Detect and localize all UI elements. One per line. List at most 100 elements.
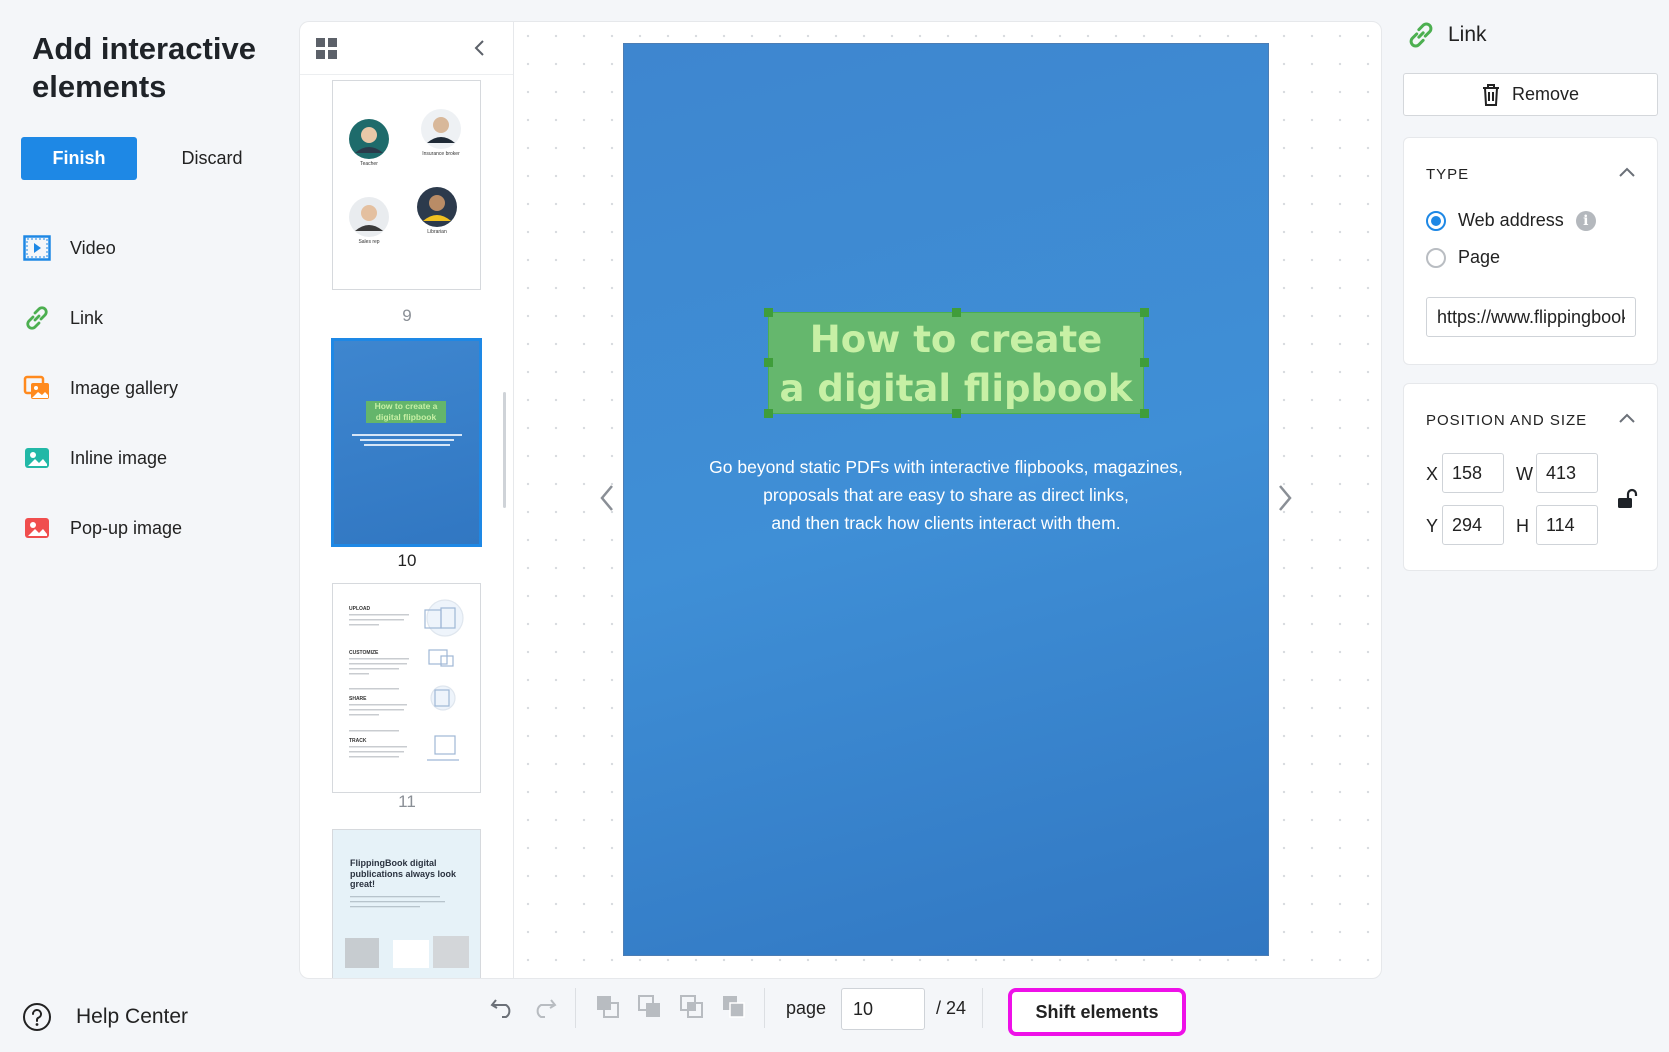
link-icon	[1406, 20, 1436, 50]
image-gallery-icon	[22, 373, 52, 403]
thumb-caption: Teacher	[360, 161, 378, 167]
collapse-panel-icon[interactable]	[470, 38, 490, 63]
x-label: X	[1426, 464, 1439, 484]
thumbnail-number: 9	[402, 306, 412, 325]
page-title: Add interactive elements	[32, 31, 256, 104]
thumb-text-lines	[352, 431, 462, 449]
chevron-up-icon[interactable]	[1617, 408, 1637, 428]
w-input[interactable]	[1536, 453, 1598, 493]
link-icon	[22, 303, 52, 333]
resize-handle[interactable]	[1140, 308, 1149, 317]
radio-label: Page	[1458, 247, 1501, 267]
element-type-label: Link	[1448, 23, 1487, 46]
h-input[interactable]	[1536, 505, 1598, 545]
thumb-caption: Insurance broker	[422, 151, 460, 157]
tool-label: Link	[70, 307, 104, 328]
resize-handle[interactable]	[952, 308, 961, 317]
grid-view-icon[interactable]	[316, 38, 338, 65]
type-card: TYPE Web address i Page	[1403, 137, 1658, 365]
resize-handle[interactable]	[952, 409, 961, 418]
next-page-arrow[interactable]	[1270, 478, 1300, 518]
page-body-text: Go beyond static PDFs with interactive f…	[623, 453, 1269, 537]
tool-popup-image[interactable]: Pop-up image	[22, 508, 182, 548]
send-to-back-icon[interactable]	[720, 993, 748, 1021]
tool-label: Pop-up image	[70, 517, 183, 538]
unlock-aspect-icon[interactable]	[1616, 488, 1638, 515]
video-icon	[22, 233, 52, 263]
thumbnail-number: 10	[397, 551, 417, 570]
y-input[interactable]	[1442, 505, 1504, 545]
inline-image-icon	[22, 443, 52, 473]
y-label: Y	[1426, 516, 1439, 536]
tool-link[interactable]: Link	[22, 298, 103, 338]
help-icon	[22, 1002, 52, 1032]
resize-handle[interactable]	[764, 358, 773, 367]
thumbnail-page-9[interactable]: Teacher Insurance broker Sales rep Libra…	[332, 80, 481, 290]
thumbnail-page-10[interactable]: How to create a digital flipbook	[331, 338, 482, 547]
page-heading-line: a digital flipbook	[779, 367, 1133, 410]
app-root: Add interactive elements Finish Discard …	[0, 0, 1669, 1052]
finish-button[interactable]: Finish	[21, 137, 137, 180]
page-label: page	[786, 998, 827, 1018]
toolbar-divider	[982, 988, 983, 1028]
bring-to-front-icon[interactable]	[594, 993, 622, 1021]
thumb-caption: Librarian	[427, 229, 447, 235]
previous-page-arrow[interactable]	[592, 478, 622, 518]
page-body-line: proposals that are easy to share as dire…	[763, 485, 1129, 505]
resize-handle[interactable]	[764, 409, 773, 418]
remove-button[interactable]: Remove	[1403, 73, 1658, 116]
thumbnail-page-12[interactable]: FlippingBook digital publications always…	[332, 829, 481, 978]
radio-selected-icon	[1426, 210, 1446, 231]
x-input[interactable]	[1442, 453, 1504, 493]
resize-handle[interactable]	[764, 308, 773, 317]
thumbnail-page-11[interactable]: UPLOAD CUSTOMIZE SHARE TRACK	[332, 583, 481, 793]
page-number-input[interactable]	[841, 988, 925, 1030]
page-heading: How to create a digital flipbook	[768, 312, 1144, 413]
position-section-title: POSITION AND SIZE	[1426, 412, 1588, 429]
thumbnails-panel: Teacher Insurance broker Sales rep Libra…	[299, 21, 513, 979]
popup-image-icon	[22, 513, 52, 543]
left-sidebar: Add interactive elements Finish Discard …	[0, 0, 290, 1052]
type-section-title: TYPE	[1426, 166, 1470, 183]
tool-image-gallery[interactable]: Image gallery	[22, 368, 178, 408]
tool-inline-image[interactable]: Inline image	[22, 438, 167, 478]
element-type-header: Link	[1406, 20, 1487, 50]
resize-handle[interactable]	[1140, 358, 1149, 367]
discard-button[interactable]: Discard	[160, 137, 264, 180]
bring-forward-icon[interactable]	[636, 993, 664, 1021]
radio-label: Web address	[1458, 210, 1564, 230]
url-input[interactable]	[1426, 297, 1636, 337]
chevron-right-icon	[1279, 485, 1292, 511]
thumbnails-header	[300, 22, 513, 75]
thumbnail-number: 11	[398, 792, 416, 811]
thumbnails-scrollbar[interactable]	[503, 392, 506, 508]
trash-icon	[1482, 83, 1500, 106]
h-label: H	[1516, 516, 1529, 536]
chevron-left-icon	[600, 485, 613, 511]
shift-elements-button[interactable]: Shift elements	[1008, 988, 1186, 1036]
help-center-label: Help Center	[76, 1005, 189, 1028]
page-total: / 24	[936, 998, 967, 1018]
redo-icon[interactable]	[530, 993, 558, 1021]
type-option-page[interactable]: Page	[1426, 247, 1500, 268]
tool-label: Video	[70, 237, 116, 258]
page-heading-line: How to create	[809, 318, 1103, 361]
resize-handle[interactable]	[1140, 409, 1149, 418]
help-center-link[interactable]: Help Center	[22, 1002, 188, 1032]
tool-label: Image gallery	[70, 377, 179, 398]
info-icon[interactable]: i	[1575, 210, 1596, 231]
page-body-line: Go beyond static PDFs with interactive f…	[709, 457, 1183, 477]
undo-icon[interactable]	[489, 993, 517, 1021]
thumb-title: How to create a digital flipbook	[374, 401, 438, 422]
page-body-line: and then track how clients interact with…	[771, 513, 1121, 533]
send-backward-icon[interactable]	[678, 993, 706, 1021]
w-label: W	[1516, 464, 1533, 484]
chevron-up-icon[interactable]	[1617, 162, 1637, 182]
tool-label: Inline image	[70, 447, 168, 468]
remove-label: Remove	[1511, 84, 1580, 104]
toolbar-divider	[575, 988, 576, 1028]
radio-unselected-icon	[1426, 247, 1446, 268]
type-option-web-address[interactable]: Web address i	[1426, 210, 1596, 231]
tool-video[interactable]: Video	[22, 228, 116, 268]
position-size-card: POSITION AND SIZE X W Y H	[1403, 383, 1658, 571]
